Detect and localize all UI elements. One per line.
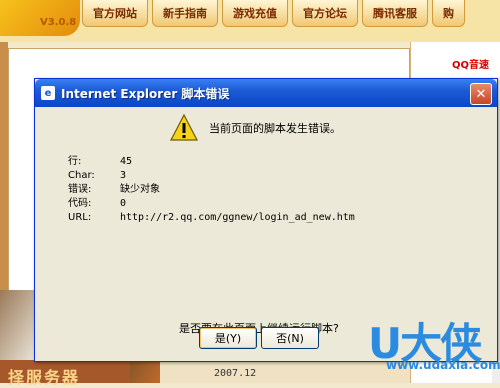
detail-value: 3 [120, 170, 127, 181]
nav-beginner-guide[interactable]: 新手指南 [152, 0, 218, 27]
dialog-titlebar[interactable]: e Internet Explorer 脚本错误 ✕ [35, 79, 497, 107]
detail-value: 缺少对象 [120, 184, 160, 195]
detail-value: 45 [120, 156, 133, 167]
game-nav: 官方网站 新手指南 游戏充值 官方论坛 腾讯客服 购 [82, 0, 500, 28]
nav-buy[interactable]: 购 [432, 0, 465, 27]
no-button[interactable]: 否(N) [261, 327, 319, 349]
ie-icon: e [41, 86, 55, 100]
detail-label: Char: [68, 170, 95, 181]
bottom-date: 2007.12 [214, 368, 257, 379]
detail-value: http://r2.qq.com/ggnew/login_ad_new.htm [120, 212, 355, 223]
detail-label: 错误: [68, 184, 92, 195]
detail-row-error: 错误: 缺少对象 [68, 183, 355, 197]
right-panel-title: QQ音速 [452, 60, 490, 71]
detail-row-url: URL: http://r2.qq.com/ggnew/login_ad_new… [68, 211, 355, 225]
detail-value: 0 [120, 198, 127, 209]
warning-icon [170, 113, 198, 141]
error-message: 当前页面的脚本发生错误。 [209, 122, 341, 135]
nav-customer-service[interactable]: 腾讯客服 [362, 0, 428, 27]
watermark-url: www.udaxia.com [386, 358, 500, 372]
error-details: 行: 45 Char: 3 错误: 缺少对象 代码: 0 URL: http:/… [68, 155, 355, 225]
yes-button[interactable]: 是(Y) [199, 327, 257, 349]
close-icon[interactable]: ✕ [470, 83, 492, 105]
detail-row-char: Char: 3 [68, 169, 355, 183]
detail-label: URL: [68, 212, 92, 223]
version-label: V3.0.8 [40, 17, 77, 28]
nav-recharge[interactable]: 游戏充值 [222, 0, 288, 27]
detail-label: 行: [68, 156, 82, 167]
detail-label: 代码: [68, 198, 92, 209]
detail-row-code: 代码: 0 [68, 197, 355, 211]
server-select-banner[interactable]: 择服务器 [8, 364, 80, 388]
dialog-title: Internet Explorer 脚本错误 [61, 87, 230, 101]
detail-row-line: 行: 45 [68, 155, 355, 169]
nav-official-site[interactable]: 官方网站 [82, 0, 148, 27]
nav-forum[interactable]: 官方论坛 [292, 0, 358, 27]
